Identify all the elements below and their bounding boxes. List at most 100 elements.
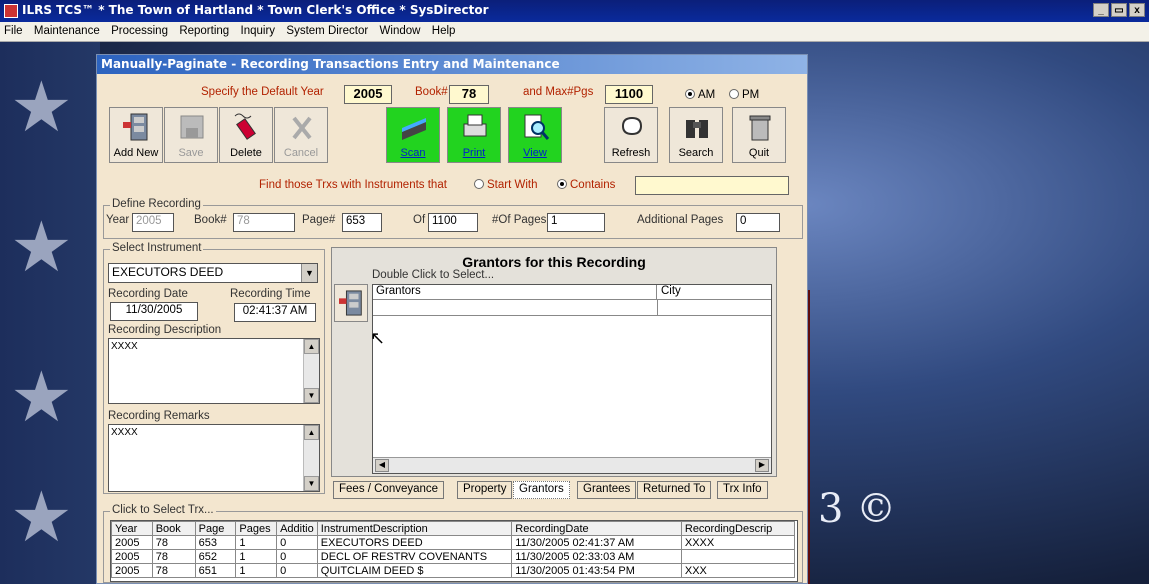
column-header[interactable]: Page bbox=[194, 521, 237, 536]
scrollbar[interactable]: ▲ ▼ bbox=[303, 425, 319, 491]
minimize-button[interactable]: _ bbox=[1093, 3, 1109, 17]
add-new-button[interactable]: Add New bbox=[109, 107, 163, 163]
scroll-down-icon[interactable]: ▼ bbox=[304, 476, 319, 491]
num-pages-label: #Of Pages bbox=[492, 214, 547, 226]
cancel-button[interactable]: Cancel bbox=[274, 107, 328, 163]
close-button[interactable]: x bbox=[1129, 3, 1145, 17]
window-title: Manually-Paginate - Recording Transactio… bbox=[97, 55, 807, 74]
printer-icon bbox=[463, 114, 487, 137]
maximize-button[interactable]: ▭ bbox=[1111, 3, 1127, 17]
table-cell: 78 bbox=[151, 563, 196, 578]
table-cell: 11/30/2005 01:43:54 PM bbox=[511, 563, 682, 578]
quit-button[interactable]: Quit bbox=[732, 107, 786, 163]
menu-maintenance[interactable]: Maintenance bbox=[30, 22, 104, 37]
table-row[interactable] bbox=[373, 300, 771, 316]
recording-remarks-textarea[interactable]: XXXX ▲ ▼ bbox=[108, 424, 320, 492]
chevron-down-icon[interactable]: ▼ bbox=[301, 264, 317, 282]
recording-date-label: Recording Date bbox=[108, 288, 188, 300]
menu-file[interactable]: File bbox=[0, 22, 27, 37]
table-cell: 78 bbox=[151, 549, 196, 564]
of-field[interactable]: 1100 bbox=[428, 213, 478, 232]
table-cell: 1 bbox=[235, 549, 278, 564]
table-row[interactable]: 2005 78 651 1 0 QUITCLAIM DEED $11/30/2005 01… bbox=[111, 563, 796, 578]
maxpgs-field[interactable]: 1100 bbox=[605, 85, 653, 104]
table-cell: 2005 bbox=[111, 535, 153, 550]
eraser-icon bbox=[234, 113, 256, 140]
tab-strip: Fees / Conveyance Property Grantors Gran… bbox=[331, 481, 777, 501]
find-input[interactable] bbox=[635, 176, 789, 195]
table-cell: 0 bbox=[276, 549, 318, 564]
table-cell: XXX bbox=[680, 563, 796, 578]
tab-fees-conveyance[interactable]: Fees / Conveyance bbox=[333, 481, 445, 499]
grantors-hint: Double Click to Select... bbox=[372, 269, 495, 281]
instrument-select[interactable]: EXECUTORS DEED ▼ bbox=[108, 263, 318, 283]
refresh-icon bbox=[621, 116, 643, 136]
book-field[interactable]: 78 bbox=[449, 85, 489, 104]
cabinet-icon bbox=[339, 290, 362, 316]
save-button[interactable]: Save bbox=[164, 107, 218, 163]
num-pages-field[interactable]: 1 bbox=[547, 213, 605, 232]
refresh-button[interactable]: Refresh bbox=[604, 107, 658, 163]
pm-radio[interactable]: PM bbox=[729, 89, 759, 101]
column-header[interactable]: Year bbox=[111, 521, 153, 536]
tab-grantees[interactable]: Grantees bbox=[577, 481, 637, 499]
scroll-up-icon[interactable]: ▲ bbox=[304, 339, 319, 354]
scan-button[interactable]: Scan bbox=[386, 107, 440, 163]
menu-window[interactable]: Window bbox=[376, 22, 425, 37]
table-cell: EXECUTORS DEED bbox=[316, 535, 513, 550]
table-cell: 0 bbox=[276, 535, 318, 550]
column-header[interactable]: InstrumentDescription bbox=[316, 521, 513, 536]
book-label: Book# bbox=[194, 214, 227, 226]
horizontal-scrollbar[interactable]: ◀ ▶ bbox=[373, 457, 771, 473]
menu-help[interactable]: Help bbox=[428, 22, 460, 37]
recording-remarks-label: Recording Remarks bbox=[108, 410, 210, 422]
add-grantor-button[interactable] bbox=[334, 284, 368, 322]
tab-grantors[interactable]: Grantors bbox=[513, 481, 570, 499]
scroll-left-icon[interactable]: ◀ bbox=[375, 459, 389, 472]
define-recording-group: Define Recording Year 2005 Book# 78 Page… bbox=[103, 198, 803, 239]
recording-date-field[interactable]: 11/30/2005 bbox=[110, 302, 198, 321]
am-radio[interactable]: AM bbox=[685, 89, 715, 101]
recording-description-textarea[interactable]: XXXX ▲ ▼ bbox=[108, 338, 320, 404]
scroll-up-icon[interactable]: ▲ bbox=[304, 425, 319, 440]
additional-pages-field[interactable]: 0 bbox=[736, 213, 780, 232]
column-header-city[interactable]: City bbox=[657, 285, 771, 300]
delete-button[interactable]: Delete bbox=[219, 107, 273, 163]
book-field[interactable]: 78 bbox=[233, 213, 295, 232]
year-field[interactable]: 2005 bbox=[132, 213, 174, 232]
tab-property[interactable]: Property bbox=[457, 481, 513, 499]
menu-inquiry[interactable]: Inquiry bbox=[237, 22, 280, 37]
table-cell: 11/30/2005 02:33:03 AM bbox=[511, 549, 682, 564]
column-header[interactable]: RecordingDescrip bbox=[680, 521, 796, 536]
star-icon: ★ bbox=[10, 478, 73, 556]
menu-processing[interactable]: Processing bbox=[107, 22, 172, 37]
additional-pages-label: Additional Pages bbox=[637, 214, 724, 226]
page-field[interactable]: 653 bbox=[342, 213, 382, 232]
column-header-grantors[interactable]: Grantors bbox=[373, 285, 657, 300]
app-icon bbox=[4, 4, 18, 18]
menu-system-director[interactable]: System Director bbox=[282, 22, 372, 37]
scroll-down-icon[interactable]: ▼ bbox=[304, 388, 319, 403]
column-header[interactable]: Book bbox=[151, 521, 196, 536]
column-header[interactable]: Pages bbox=[235, 521, 278, 536]
column-header[interactable]: Additio bbox=[276, 521, 318, 536]
contains-radio[interactable]: Contains bbox=[557, 179, 615, 191]
table-row[interactable]: 2005 78 653 1 0 EXECUTORS DEED 11/30/2005 02:4… bbox=[111, 535, 796, 550]
search-button[interactable]: Search bbox=[669, 107, 723, 163]
table-row[interactable]: 2005 78 652 1 0 DECL OF RESTRV COVENANTS 11/30… bbox=[111, 549, 796, 564]
menu-reporting[interactable]: Reporting bbox=[175, 22, 233, 37]
recording-time-field[interactable]: 02:41:37 AM bbox=[234, 303, 316, 322]
tab-trx-info[interactable]: Trx Info bbox=[717, 481, 768, 499]
tab-returned-to[interactable]: Returned To bbox=[637, 481, 712, 499]
scroll-right-icon[interactable]: ▶ bbox=[755, 459, 769, 472]
default-year-field[interactable]: 2005 bbox=[344, 85, 392, 104]
trx-body: 2005 78 653 1 0 EXECUTORS DEED 11/30/2005 02:4… bbox=[111, 535, 796, 578]
view-button[interactable]: View bbox=[508, 107, 562, 163]
table-cell: 2005 bbox=[111, 563, 153, 578]
column-header[interactable]: RecordingDate bbox=[511, 521, 682, 536]
print-button[interactable]: Print bbox=[447, 107, 501, 163]
start-with-radio[interactable]: Start With bbox=[474, 179, 537, 191]
scrollbar[interactable]: ▲ ▼ bbox=[303, 339, 319, 403]
menu-bar: File Maintenance Processing Reporting In… bbox=[0, 22, 1149, 42]
floppy-icon bbox=[180, 115, 204, 139]
